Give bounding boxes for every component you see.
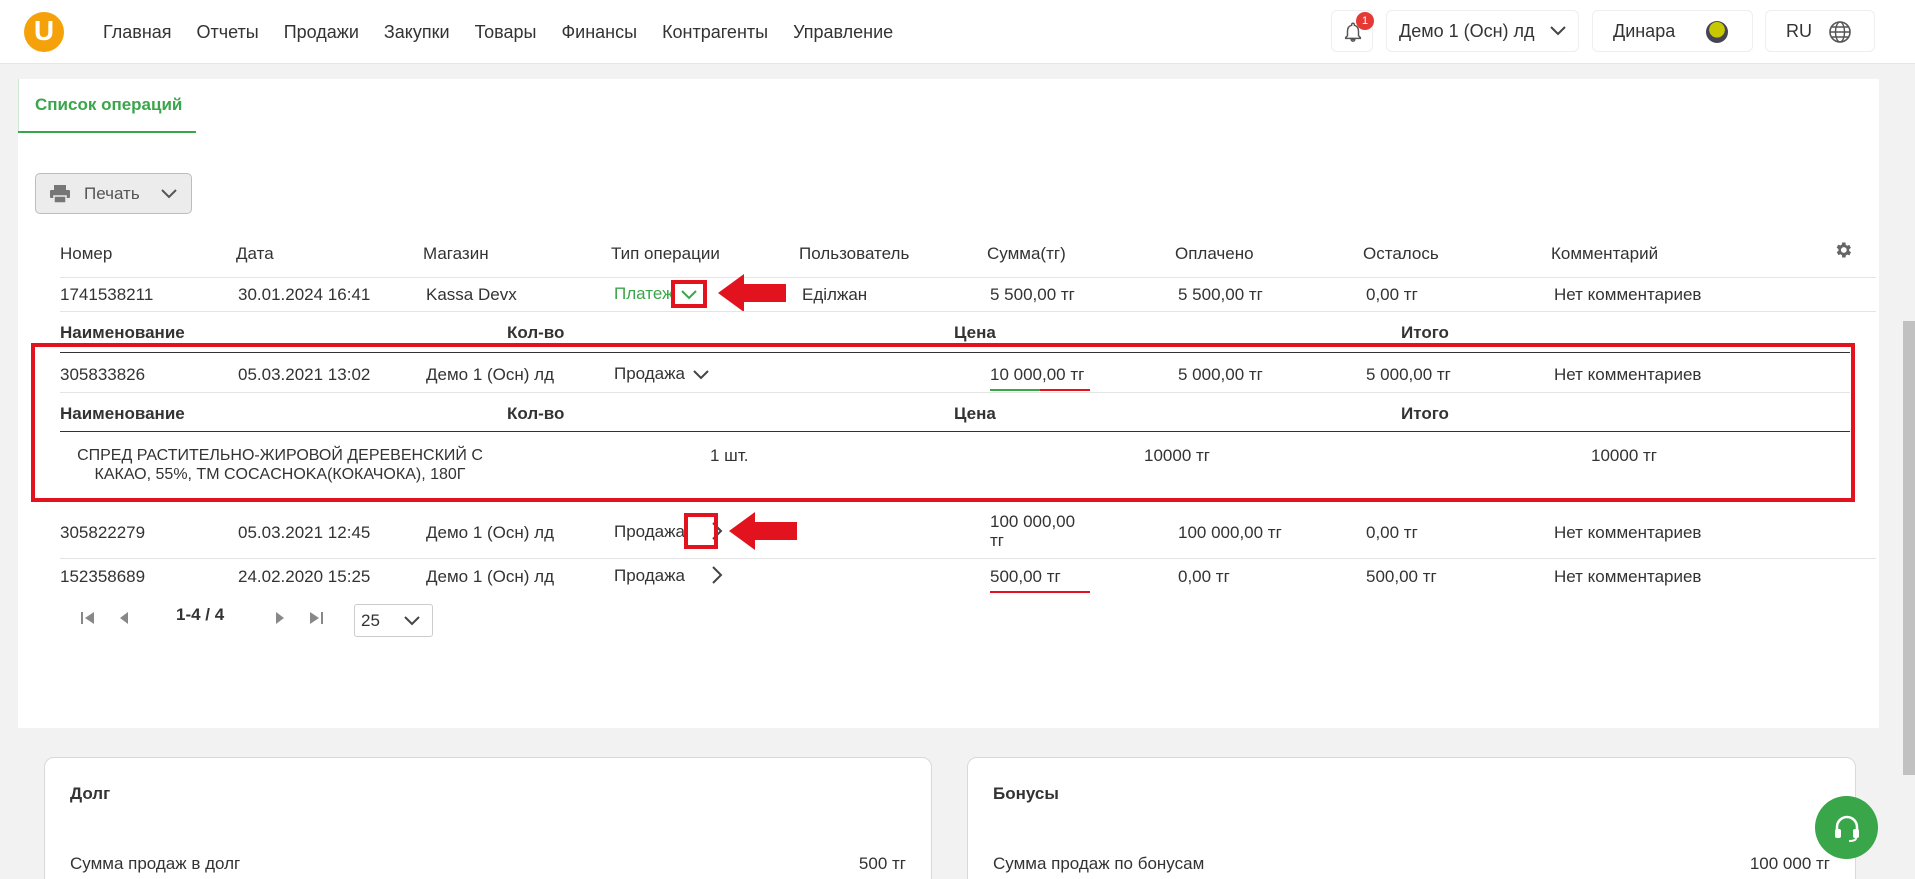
chevron-down-icon	[1550, 26, 1566, 36]
next-page-icon[interactable]	[274, 611, 286, 625]
column-header-sum[interactable]: Сумма(тг)	[987, 244, 1066, 264]
row-sum-line: тг	[990, 531, 1004, 550]
notification-badge: 1	[1356, 12, 1374, 30]
row-store: Kassa Devx	[426, 285, 517, 304]
nav-item-finance[interactable]: Финансы	[561, 22, 637, 43]
nav-item-products[interactable]: Товары	[475, 22, 537, 43]
bonus-panel-title: Бонусы	[993, 784, 1059, 803]
debt-panel: Долг Сумма продаж в долг 500 тг	[44, 757, 932, 879]
row-comment: Нет комментариев	[1554, 567, 1702, 586]
chevron-down-icon	[161, 189, 177, 199]
row-left: 500,00 тг	[1366, 567, 1437, 586]
annotation-highlight-box	[31, 343, 1855, 502]
user-menu[interactable]: Динара	[1592, 10, 1753, 52]
column-header-comment[interactable]: Комментарий	[1551, 244, 1658, 264]
nav-item-home[interactable]: Главная	[103, 22, 172, 43]
row-type[interactable]: Продажа	[614, 522, 685, 542]
printer-icon	[50, 185, 70, 203]
detail-header-qty: Кол-во	[507, 323, 565, 342]
notifications-button[interactable]: 1	[1331, 10, 1374, 52]
debt-row-label: Сумма продаж в долг	[70, 854, 241, 873]
row-date: 05.03.2021 12:45	[238, 523, 371, 542]
column-header-paid[interactable]: Оплачено	[1175, 244, 1254, 264]
row-sum: 5 500,00 тг	[990, 285, 1075, 304]
page-scrollbar[interactable]	[1903, 321, 1915, 775]
first-page-icon[interactable]	[80, 611, 96, 625]
nav-item-sales[interactable]: Продажи	[284, 22, 359, 43]
row-paid: 5 500,00 тг	[1178, 285, 1263, 304]
main-nav: Главная Отчеты Продажи Закупки Товары Фи…	[103, 22, 918, 43]
row-number: 152358689	[60, 567, 146, 586]
detail-header-total: Итого	[1401, 323, 1449, 342]
nav-item-contractors[interactable]: Контрагенты	[662, 22, 768, 43]
user-name: Динара	[1613, 21, 1676, 41]
nav-item-purchases[interactable]: Закупки	[384, 22, 450, 43]
payment-progress-bar	[990, 591, 1090, 593]
support-chat-button[interactable]	[1815, 796, 1878, 859]
globe-icon	[1829, 21, 1851, 43]
avatar	[1706, 21, 1728, 43]
row-date: 24.02.2020 15:25	[238, 567, 371, 586]
prev-page-icon[interactable]	[118, 611, 130, 625]
column-header-number[interactable]: Номер	[60, 244, 112, 264]
headset-icon	[1835, 815, 1859, 842]
row-type[interactable]: Продажа	[614, 566, 685, 586]
row-left: 0,00 тг	[1366, 523, 1418, 542]
row-number: 305822279	[60, 523, 146, 542]
language-value: RU	[1786, 21, 1812, 41]
annotation-highlight-box	[684, 513, 718, 549]
column-header-type[interactable]: Тип операции	[611, 244, 720, 264]
header-divider	[60, 277, 1876, 278]
column-header-user[interactable]: Пользователь	[799, 244, 909, 264]
page-range: 1-4 / 4	[176, 605, 225, 624]
row-divider	[60, 558, 1876, 559]
chevron-down-icon	[404, 616, 420, 626]
row-comment: Нет комментариев	[1554, 523, 1702, 542]
page-size-value: 25	[361, 611, 380, 630]
row-paid: 100 000,00 тг	[1178, 523, 1282, 542]
print-label: Печать	[84, 184, 140, 203]
last-page-icon[interactable]	[308, 611, 324, 625]
detail-header-name: Наименование	[60, 323, 185, 342]
logo[interactable]: U	[24, 12, 64, 52]
language-select[interactable]: RU	[1765, 10, 1875, 52]
row-store: Демо 1 (Осн) лд	[426, 567, 555, 586]
debt-row-value: 500 тг	[858, 854, 906, 873]
row-user: Еділжан	[802, 285, 868, 304]
column-header-store[interactable]: Магазин	[423, 244, 489, 264]
gear-icon[interactable]	[1833, 240, 1853, 260]
store-select[interactable]: Демо 1 (Осн) лд	[1386, 10, 1579, 52]
store-select-value: Демо 1 (Осн) лд	[1399, 21, 1535, 41]
debt-panel-title: Долг	[70, 784, 111, 803]
column-header-date[interactable]: Дата	[236, 244, 274, 264]
annotation-highlight-box	[671, 280, 707, 308]
chevron-right-icon[interactable]	[710, 565, 724, 585]
row-paid: 0,00 тг	[1178, 567, 1230, 586]
detail-header-price: Цена	[954, 323, 996, 342]
bonus-row-value: 100 000 тг	[1749, 854, 1830, 873]
annotation-arrow-icon	[718, 274, 786, 312]
annotation-arrow-icon	[729, 512, 797, 550]
bonus-panel: Бонусы Сумма продаж по бонусам 100 000 т…	[967, 757, 1856, 879]
row-divider	[60, 311, 1876, 312]
row-sum-line: 100 000,00	[990, 512, 1076, 531]
bonus-row-label: Сумма продаж по бонусам	[993, 854, 1205, 873]
tab-operations-list[interactable]: Список операций	[18, 79, 196, 133]
row-left: 0,00 тг	[1366, 285, 1418, 304]
row-type[interactable]: Платеж	[614, 284, 673, 304]
row-sum: 100 000,00 тг	[990, 512, 1075, 550]
column-header-left[interactable]: Осталось	[1363, 244, 1439, 264]
print-button[interactable]: Печать	[35, 173, 192, 214]
top-bar: U Главная Отчеты Продажи Закупки Товары …	[0, 0, 1915, 64]
page-size-select[interactable]: 25	[354, 604, 433, 637]
row-comment: Нет комментариев	[1554, 285, 1702, 304]
row-sum: 500,00 тг	[990, 567, 1061, 586]
row-store: Демо 1 (Осн) лд	[426, 523, 555, 542]
row-number: 1741538211	[60, 285, 154, 304]
nav-item-reports[interactable]: Отчеты	[197, 22, 259, 43]
row-date: 30.01.2024 16:41	[238, 285, 371, 304]
nav-item-management[interactable]: Управление	[793, 22, 893, 43]
operations-card: Список операций Печать Номер Дата Магази…	[18, 79, 1879, 728]
